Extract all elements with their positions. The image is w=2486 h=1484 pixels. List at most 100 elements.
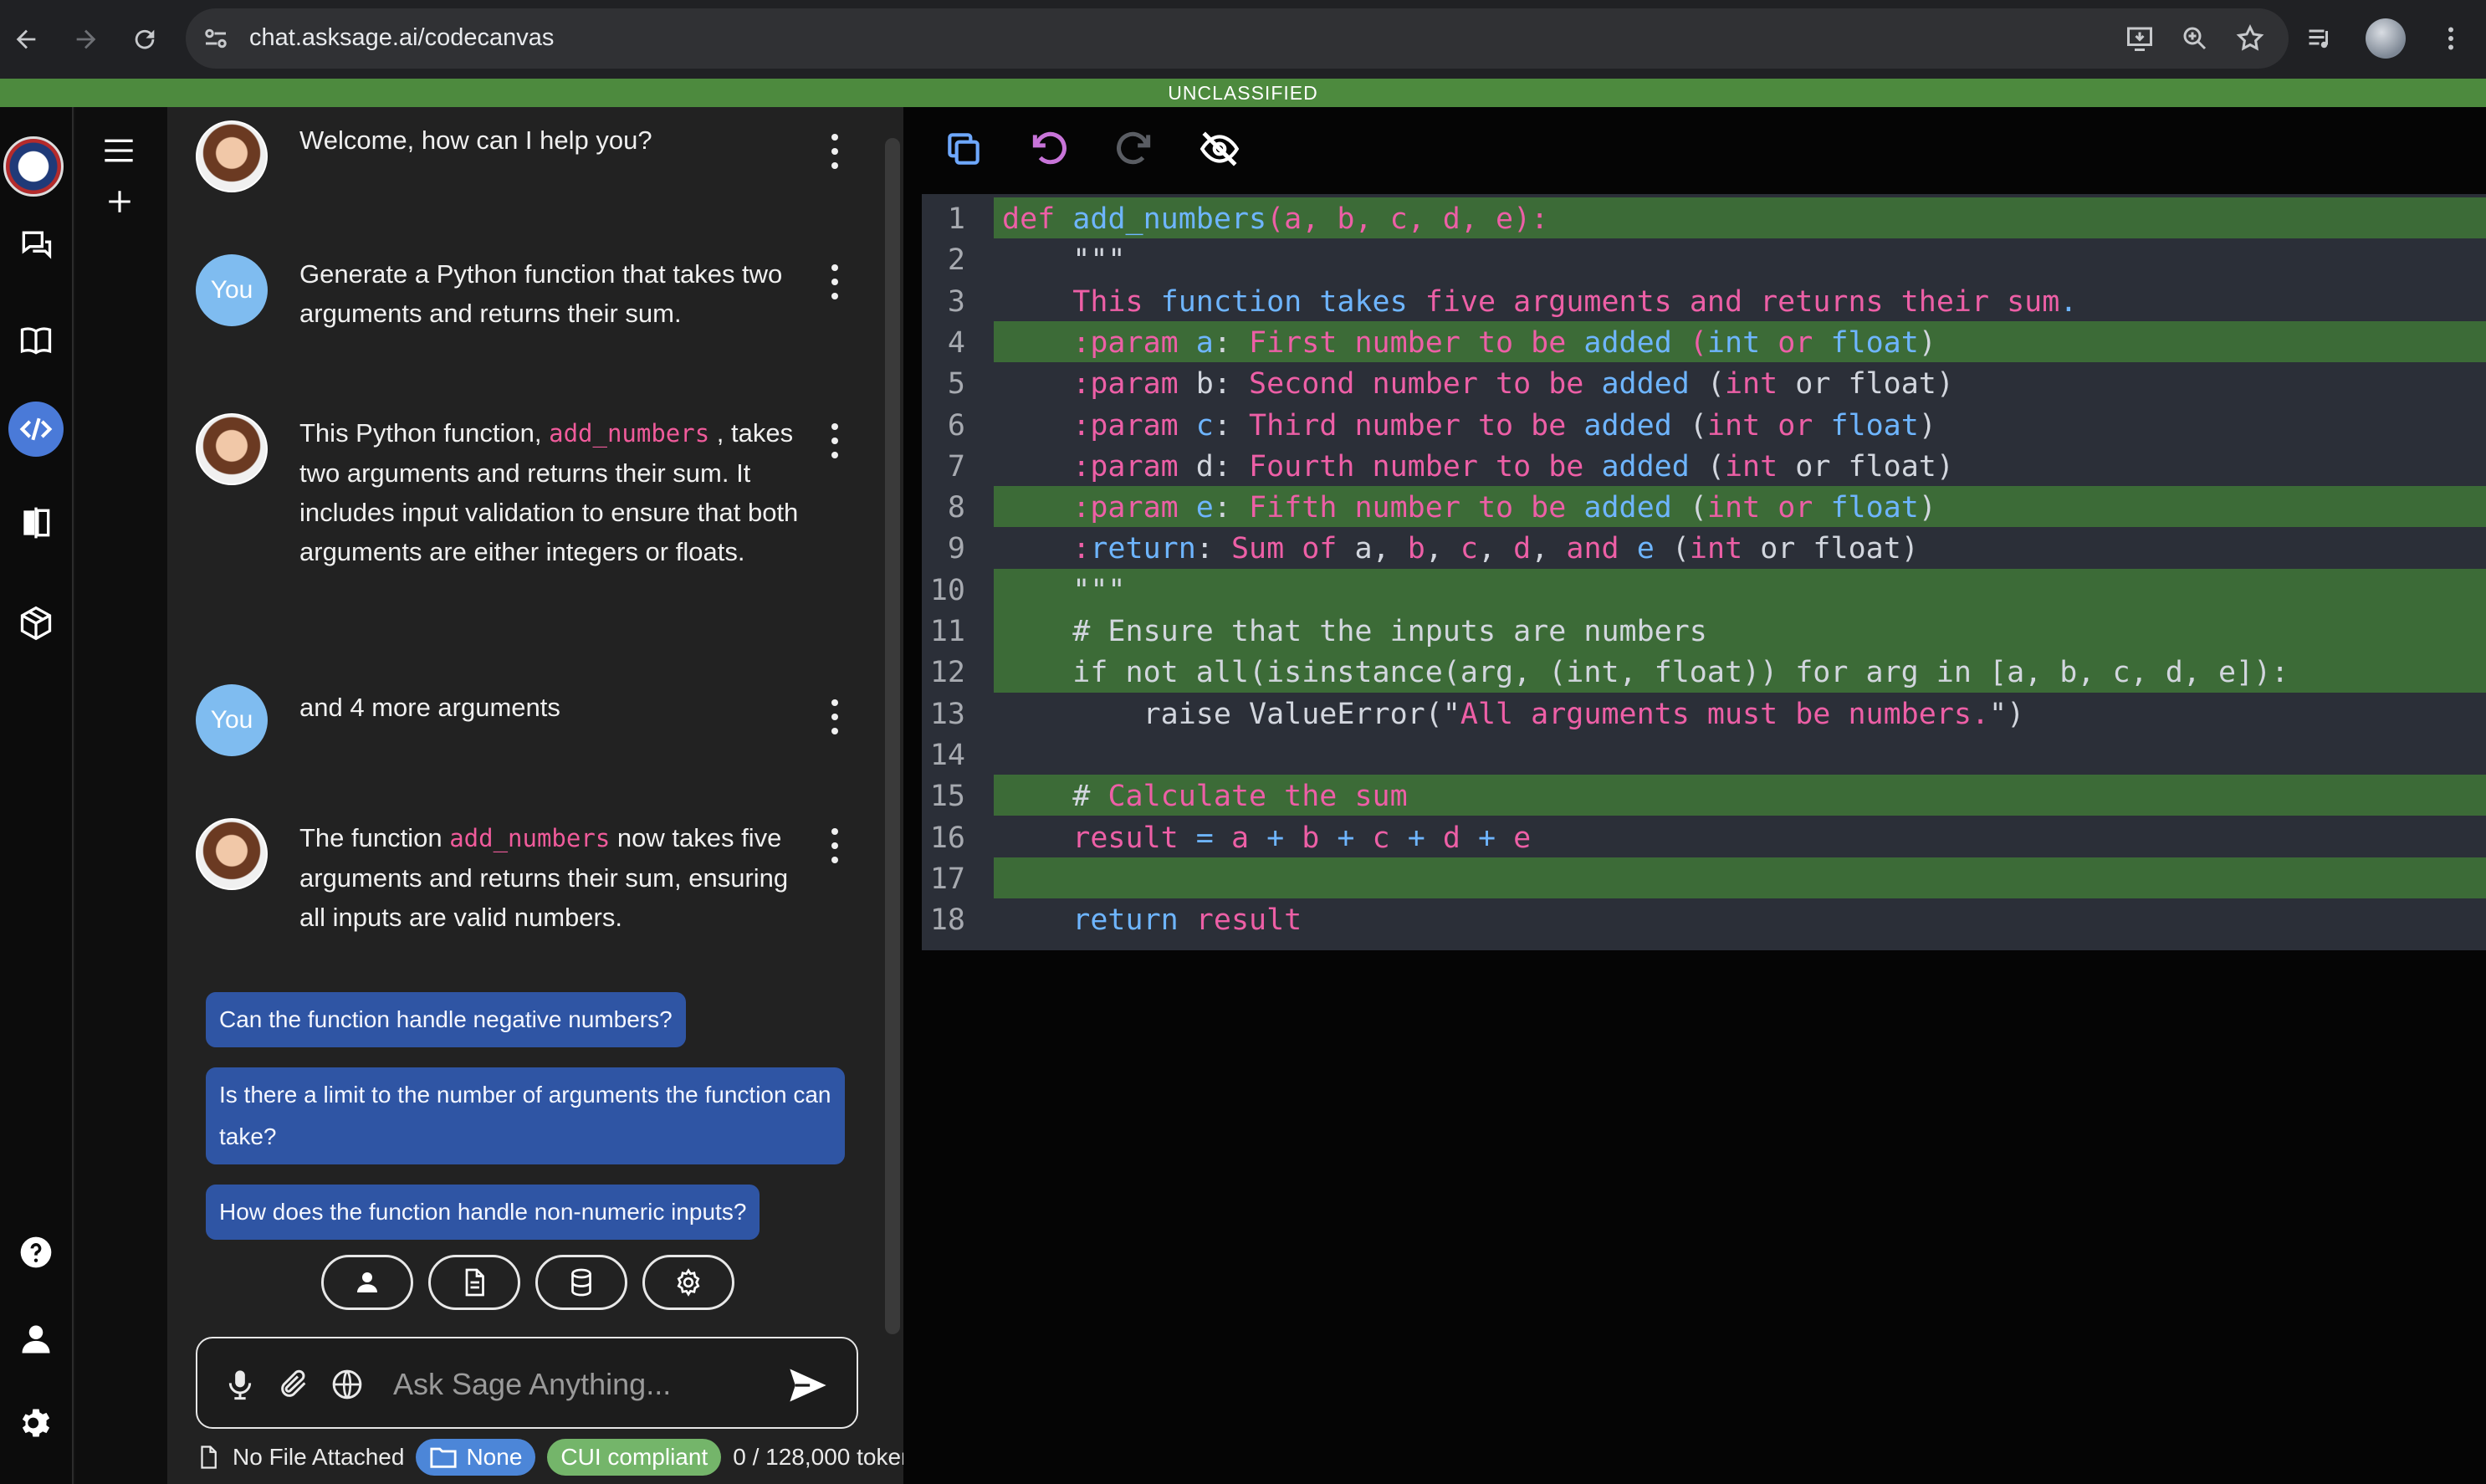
zoom-icon[interactable] [2177, 20, 2213, 57]
code-line[interactable]: 16 result = a + b + c + d + e [922, 816, 2486, 857]
message-options-icon[interactable] [821, 130, 848, 172]
hamburger-menu-icon[interactable] [102, 136, 136, 165]
assistant-avatar [196, 413, 268, 485]
persona-button[interactable] [321, 1255, 413, 1310]
code-token: return [1002, 903, 1196, 938]
document-icon [465, 1268, 484, 1297]
bookmark-star-icon[interactable] [2232, 20, 2269, 57]
media-control-icon[interactable] [2300, 18, 2340, 59]
send-icon[interactable] [785, 1364, 831, 1407]
inline-code: add_numbers [449, 824, 611, 852]
message-options-icon[interactable] [821, 825, 848, 867]
address-bar[interactable]: chat.asksage.ai/codecanvas [186, 8, 2289, 69]
code-line[interactable]: 8 :param e: Fifth number to be added (in… [922, 486, 2486, 528]
ask-sage-input[interactable] [393, 1362, 770, 1407]
code-token: a [1213, 821, 1267, 855]
line-number: 14 [929, 738, 965, 772]
url-text[interactable]: chat.asksage.ai/codecanvas [249, 24, 554, 52]
code-token: :param [1002, 408, 1196, 443]
code-token: or float) [1778, 367, 1954, 402]
chat-settings-button[interactable] [642, 1255, 734, 1310]
code-token: First number to be [1249, 325, 1584, 360]
code-token: c [1460, 532, 1478, 566]
suggestion-chip[interactable]: Can the function handle negative numbers… [206, 992, 686, 1047]
redo-icon[interactable] [1111, 125, 1158, 172]
profile-avatar[interactable] [2366, 18, 2406, 59]
cube-icon[interactable] [8, 596, 64, 651]
dataset-button[interactable] [535, 1255, 627, 1310]
book-icon[interactable] [8, 313, 64, 368]
code-line[interactable]: 11 # Ensure that the inputs are numbers [922, 610, 2486, 652]
chat-bubbles-icon[interactable] [8, 216, 64, 271]
line-code: def add_numbers(a, b, c, d, e): [1002, 202, 1548, 236]
code-token: Sum of [1230, 532, 1355, 566]
line-code: :param d: Fourth number to be added (int… [1002, 450, 1954, 484]
line-number: 18 [929, 903, 965, 938]
line-code: """ [1002, 243, 1126, 278]
line-code: """ [1002, 574, 1125, 607]
message-options-icon[interactable] [821, 261, 848, 303]
code-line[interactable]: 3 This function takes five arguments and… [922, 280, 2486, 321]
suggestion-chip[interactable]: Is there a limit to the number of argume… [206, 1067, 845, 1164]
code-line[interactable]: 13 raise ValueError("All arguments must … [922, 693, 2486, 734]
message-options-icon[interactable] [821, 696, 848, 738]
browser-menu-icon[interactable] [2431, 18, 2471, 59]
copy-icon[interactable] [940, 125, 987, 172]
code-line[interactable]: 10 """ [922, 568, 2486, 610]
dataset-pill[interactable]: None [416, 1439, 536, 1476]
code-token: ( [1689, 449, 1725, 484]
app-nav-rail [0, 107, 74, 1484]
ask-sage-logo[interactable] [3, 136, 64, 197]
hide-eye-icon[interactable] [1196, 125, 1243, 172]
message-options-icon[interactable] [821, 420, 848, 462]
assistant-avatar [196, 120, 268, 192]
code-line[interactable]: 9 :return: Sum of a, b, c, d, and e (int… [922, 527, 2486, 568]
code-token: + [1477, 821, 1496, 855]
code-line[interactable]: 7 :param d: Fourth number to be added (i… [922, 445, 2486, 486]
code-line[interactable]: 12 if not all(isinstance(arg, (int, floa… [922, 651, 2486, 693]
install-app-icon[interactable] [2121, 20, 2158, 57]
prompt-templates-button[interactable] [428, 1255, 520, 1310]
line-number: 3 [947, 284, 965, 319]
forward-arrow-icon[interactable] [65, 18, 107, 60]
code-line[interactable]: 5 :param b: Second number to be added (i… [922, 362, 2486, 403]
code-line[interactable]: 2 """ [922, 238, 2486, 279]
code-line[interactable]: 1 def add_numbers(a, b, c, d, e): [922, 197, 2486, 239]
code-line[interactable]: 15 # Calculate the sum [922, 775, 2486, 816]
settings-gear-icon[interactable] [8, 1395, 64, 1451]
microphone-icon[interactable] [219, 1364, 261, 1405]
new-chat-plus-icon[interactable] [105, 187, 134, 216]
code-token: """ [1002, 243, 1126, 278]
code-token: raise ValueError(" [1002, 697, 1460, 731]
back-arrow-icon[interactable] [5, 18, 47, 60]
code-line[interactable]: 6 :param c: Third number to be added (in… [922, 404, 2486, 445]
line-code: :return: Sum of a, b, c, d, and e (int o… [1002, 532, 1919, 565]
reload-icon[interactable] [124, 18, 166, 60]
globe-icon[interactable] [326, 1364, 368, 1405]
user-icon[interactable] [8, 1312, 64, 1367]
code-line[interactable]: 14 [922, 734, 2486, 775]
code-token: and [1566, 532, 1637, 566]
code-editor[interactable]: 1 def add_numbers(a, b, c, d, e): 2 """ 3 T… [922, 194, 2486, 950]
line-number: 8 [947, 491, 965, 525]
code-canvas-icon[interactable] [8, 402, 64, 457]
compare-icon[interactable] [8, 495, 64, 550]
code-line[interactable]: 4 :param a: First number to be added (in… [922, 320, 2486, 363]
chat-scrollbar[interactable] [885, 138, 900, 1334]
code-token: or [1760, 408, 1831, 443]
paperclip-icon[interactable] [273, 1364, 315, 1405]
line-number: 2 [947, 243, 965, 278]
code-line[interactable]: 17 [922, 857, 2486, 899]
code-token: d [1513, 532, 1532, 566]
site-info-icon[interactable] [201, 23, 231, 54]
code-token: def [1002, 202, 1073, 236]
code-token: float [1830, 325, 1919, 360]
code-line[interactable]: 18 return result [922, 898, 2486, 939]
help-icon[interactable] [8, 1225, 64, 1280]
code-token: b: [1195, 367, 1250, 402]
suggestion-chip[interactable]: How does the function handle non-numeric… [206, 1185, 760, 1240]
code-token: , [1531, 532, 1567, 566]
undo-icon[interactable] [1026, 125, 1072, 172]
code-token: or float) [1742, 532, 1919, 566]
